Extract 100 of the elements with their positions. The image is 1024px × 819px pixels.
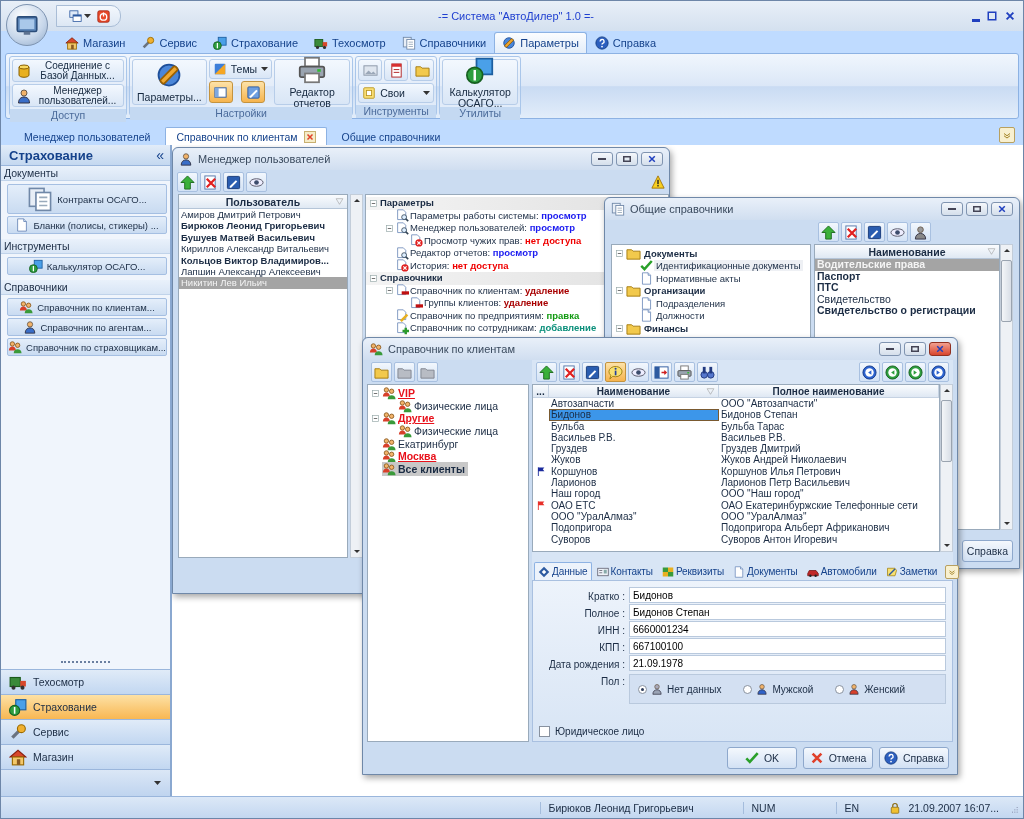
permission-label[interactable]: Справочник по клиентам: удаление — [410, 284, 570, 297]
view-button[interactable] — [887, 222, 908, 242]
edit-button[interactable] — [864, 222, 885, 242]
collapse-icon[interactable] — [614, 322, 625, 334]
tree-item[interactable]: Физические лица — [398, 424, 502, 439]
collapse-icon[interactable] — [384, 222, 395, 234]
tab[interactable]: Реквизиты — [657, 562, 729, 580]
tab[interactable]: Документы — [729, 562, 802, 580]
minimize-button[interactable] — [591, 152, 613, 166]
tree-item[interactable]: Другие — [382, 411, 438, 426]
exit-button[interactable] — [97, 9, 110, 23]
table-cell[interactable]: Бидонов — [549, 409, 719, 421]
ribbon-tab[interactable]: Страхование — [205, 32, 306, 53]
ribbon-tab[interactable]: Сервис — [133, 32, 206, 53]
table-cell[interactable]: ООО "Наш город" — [719, 488, 939, 500]
edit-button[interactable] — [582, 362, 603, 382]
document-tab[interactable]: Менеджер пользователей — [13, 127, 162, 145]
tree-item[interactable]: Физические лица — [398, 398, 502, 413]
scrollbar[interactable] — [350, 194, 363, 558]
table-cell[interactable]: Суворов — [549, 533, 719, 545]
add-button[interactable] — [536, 362, 557, 382]
view-button[interactable] — [628, 362, 649, 382]
table-cell[interactable]: Жуков Андрей Николаевич — [719, 454, 939, 466]
dropdown-button[interactable]: Свои — [358, 83, 435, 103]
document-tab[interactable]: Общие справочники — [330, 127, 452, 145]
tree-item[interactable]: Идентификационные документы — [654, 260, 803, 272]
checkbox[interactable] — [539, 726, 550, 737]
dialog-button[interactable]: OK — [727, 747, 797, 769]
ribbon-tab[interactable]: Справка — [586, 32, 664, 53]
collapse-icon[interactable] — [614, 285, 625, 297]
minimize-button[interactable] — [941, 202, 963, 216]
ribbon-tab[interactable]: Магазин — [57, 32, 134, 53]
ribbon-tab[interactable]: Техосмотр — [306, 32, 394, 53]
permission-label[interactable]: Менеджер пользователей: просмотр — [410, 222, 576, 235]
user-row[interactable]: Бирюков Леонид Григорьевич — [179, 220, 347, 232]
table-cell[interactable]: Жуков — [549, 454, 719, 466]
tree-item[interactable]: Нормативные акты — [654, 272, 743, 284]
folder-button[interactable] — [394, 362, 415, 382]
table-row[interactable]: Свидетельство о регистрации — [815, 305, 999, 317]
dropdown-button[interactable]: Темы — [208, 59, 273, 79]
table-cell[interactable]: Коршунов — [549, 465, 719, 478]
user-row[interactable]: Кольцов Виктор Владимиров... — [179, 254, 347, 266]
tree-item[interactable]: Подразделения — [654, 297, 728, 309]
collapse-button[interactable]: « — [154, 147, 166, 163]
tree-item[interactable]: Документы — [642, 247, 700, 259]
folder-button[interactable] — [417, 362, 438, 382]
collapse-icon[interactable] — [368, 272, 379, 284]
table-cell[interactable]: Ларионов Петр Васильевич — [719, 477, 939, 489]
user-row[interactable]: Бушуев Матвей Васильевич — [179, 231, 347, 244]
add-button[interactable] — [818, 222, 839, 242]
permission-label[interactable]: Справочник по сотрудникам: добавление — [410, 322, 597, 335]
user-row[interactable]: Лапшин Александр Алексеевич — [179, 265, 347, 278]
user-row[interactable]: Кириллов Александр Витальевич — [179, 243, 347, 255]
table-row[interactable]: ПТС — [815, 282, 999, 294]
table-cell[interactable]: ОАО ЕТС — [549, 499, 719, 511]
table-cell[interactable]: ООО "УралАлмаз" — [719, 510, 939, 523]
tab[interactable]: Автомобили — [802, 562, 881, 580]
tree-item[interactable]: Финансы — [642, 322, 691, 334]
permission-label[interactable]: История: нет доступа — [410, 259, 509, 272]
radio-button[interactable] — [743, 684, 753, 694]
document-tab[interactable]: Справочник по клиентам — [165, 127, 327, 145]
view-button[interactable] — [246, 172, 267, 192]
text-field[interactable]: Бидонов — [629, 587, 946, 603]
collapse-icon[interactable] — [370, 413, 381, 424]
delete-button[interactable] — [559, 362, 580, 382]
navigation-item[interactable]: Сервис — [1, 719, 170, 744]
scrollbar[interactable] — [1000, 244, 1013, 530]
restore-button[interactable] — [966, 202, 988, 216]
maximize-button[interactable] — [985, 9, 999, 23]
table-cell[interactable]: Бульба Тарас — [719, 420, 939, 432]
table-cell[interactable]: Автозапчасти — [549, 398, 719, 410]
table-cell[interactable]: Груздев — [549, 443, 719, 455]
windows-button[interactable] — [69, 9, 91, 23]
tree-item[interactable]: Организации — [642, 285, 708, 297]
table-cell[interactable]: Подопригора — [549, 522, 719, 534]
ribbon-button[interactable]: Калькулятор ОСАГО... — [442, 59, 519, 105]
navigation-item[interactable]: Техосмотр — [1, 669, 170, 694]
table-cell[interactable]: Ларионов — [549, 477, 719, 489]
app-menu-button[interactable] — [6, 4, 48, 46]
column-header[interactable]: Пользователь — [179, 195, 347, 209]
table-cell[interactable]: Бульба — [549, 420, 719, 432]
radio-button[interactable] — [638, 684, 647, 694]
previous-button[interactable] — [882, 362, 903, 382]
toggle-button[interactable] — [208, 81, 233, 103]
column-header[interactable]: ... — [533, 385, 549, 398]
table-cell[interactable]: Васильев Р.В. — [719, 431, 939, 444]
close-button[interactable] — [641, 152, 663, 166]
last-button[interactable] — [928, 362, 949, 382]
dialog-button[interactable]: Справка — [879, 747, 949, 769]
table-cell[interactable]: Васильев Р.В. — [549, 431, 719, 444]
tab[interactable]: Заметки — [881, 562, 942, 580]
find-button[interactable] — [697, 362, 718, 382]
sidebar-button[interactable]: Калькулятор ОСАГО... — [7, 257, 167, 275]
delete-button[interactable] — [200, 172, 221, 192]
user-row[interactable]: Амиров Дмитрий Петрович — [179, 209, 347, 221]
navigation-item[interactable]: Страхование — [1, 694, 170, 719]
table-cell[interactable]: Подопригора Альберт Африканович — [719, 522, 939, 534]
tree-item[interactable]: VIP — [382, 386, 418, 401]
minimize-button[interactable] — [879, 342, 901, 356]
text-field[interactable]: 6660001234 — [629, 621, 946, 637]
